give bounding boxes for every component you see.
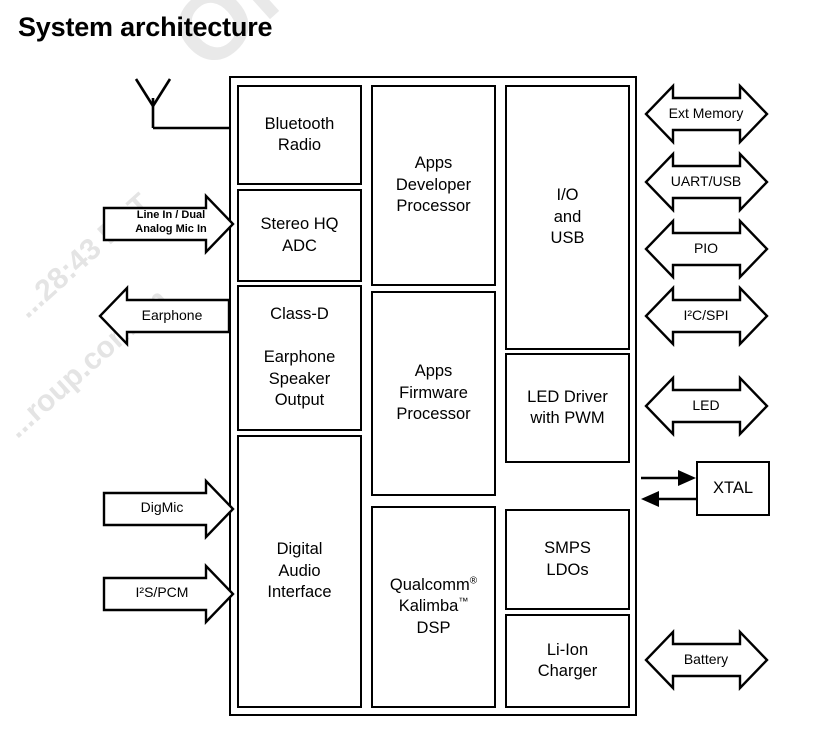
block-kalimba-dsp-label: Qualcomm® Kalimba™ DSP	[389, 575, 478, 637]
block-stereo-hq-adc-label: Stereo HQ ADC	[260, 215, 339, 255]
watermark-line-2: ...28:43 PST	[10, 187, 158, 325]
port-label-digmic: DigMic	[140, 499, 184, 515]
block-bluetooth-radio[interactable]: Bluetooth Radio	[237, 85, 362, 185]
block-digital-audio-interface[interactable]: Digital Audio Interface	[237, 435, 362, 708]
port-label-battery: Battery	[683, 651, 729, 667]
block-apps-developer-processor-label: Apps Developer Processor	[395, 154, 472, 216]
page-title: System architecture	[18, 12, 273, 42]
block-led-driver[interactable]: LED Driver with PWM	[505, 353, 630, 463]
block-xtal-label: XTAL	[712, 478, 754, 497]
block-apps-firmware-processor-label: Apps Firmware Processor	[396, 362, 471, 424]
block-stereo-hq-adc[interactable]: Stereo HQ ADC	[237, 189, 362, 282]
block-apps-firmware-processor[interactable]: Apps Firmware Processor	[371, 291, 496, 496]
block-class-d-earphone[interactable]: Class-D Earphone Speaker Output	[237, 285, 362, 431]
block-class-d-earphone-label: Class-D Earphone Speaker Output	[263, 305, 336, 410]
port-label-ext-memory: Ext Memory	[668, 105, 744, 121]
block-apps-developer-processor[interactable]: Apps Developer Processor	[371, 85, 496, 286]
block-bluetooth-radio-label: Bluetooth Radio	[264, 114, 335, 154]
block-smps-ldos-label: SMPS LDOs	[544, 539, 591, 579]
block-io-and-usb-label: I/O and USB	[550, 186, 585, 248]
block-li-ion-charger-label: Li-Ion Charger	[537, 640, 598, 680]
port-label-led: LED	[692, 397, 720, 413]
diagram-canvas: OMM ...28:43 PST ...roup.com.cn System a…	[0, 0, 815, 737]
port-label-earphone: Earphone	[141, 307, 203, 323]
block-io-and-usb[interactable]: I/O and USB	[505, 85, 630, 350]
block-digital-audio-interface-label: Digital Audio Interface	[267, 540, 332, 602]
port-label-i2c-spi: I²C/SPI	[683, 307, 729, 323]
block-li-ion-charger[interactable]: Li-Ion Charger	[505, 614, 630, 708]
antenna-icon	[134, 78, 229, 130]
xtal-connector	[641, 470, 696, 507]
block-kalimba-dsp[interactable]: Qualcomm® Kalimba™ DSP	[371, 506, 496, 708]
port-label-line-in: Line In / Dual Analog Mic In	[135, 209, 207, 235]
block-led-driver-label: LED Driver with PWM	[527, 387, 608, 427]
port-label-uart-usb: UART/USB	[670, 173, 742, 189]
port-label-pio: PIO	[693, 240, 719, 256]
port-label-i2s-pcm: I²S/PCM	[135, 584, 189, 600]
block-smps-ldos[interactable]: SMPS LDOs	[505, 509, 630, 610]
block-xtal[interactable]: XTAL	[696, 461, 770, 516]
